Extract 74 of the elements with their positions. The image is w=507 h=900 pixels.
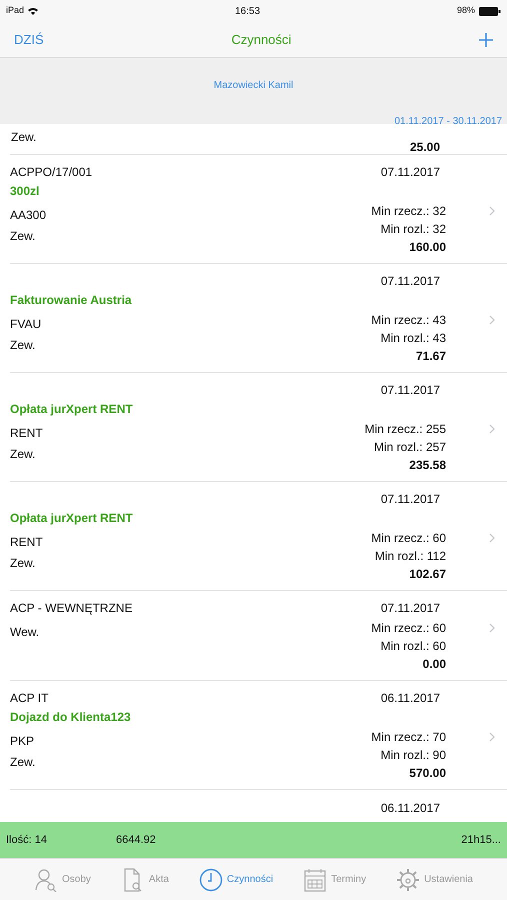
activity-title: Dojazd do Klienta123: [10, 709, 132, 724]
amount: 0.00: [422, 656, 446, 673]
minutes-actual: Min rzecz.: 60: [371, 530, 446, 547]
amount: 160.00: [409, 239, 446, 256]
detail-text: Zew.: [10, 337, 36, 354]
today-button[interactable]: DZIŚ: [14, 30, 44, 50]
detail-text: RENT: [10, 425, 43, 442]
activity-title: 300zl: [10, 183, 40, 198]
detail-text: Zew.: [10, 754, 36, 771]
minutes-actual: Min rzecz.: 32: [371, 203, 446, 220]
tab[interactable]: Akta: [120, 868, 169, 892]
minutes-billed: Min rozl.: 90: [380, 747, 446, 764]
date: 06.11.2017: [380, 690, 440, 705]
gear-icon: [396, 868, 420, 892]
minutes-billed: Min rozl.: 32: [380, 221, 446, 238]
detail-text: Zew.: [10, 228, 36, 245]
clock-icon: [198, 868, 223, 892]
chevron-icon[interactable]: [489, 424, 495, 434]
date-range[interactable]: 01.11.2017 - 30.11.2017: [394, 116, 502, 127]
detail-text: PKP: [10, 733, 36, 750]
screen-title: Czynności: [231, 30, 292, 49]
tab[interactable]: Czynności: [198, 868, 274, 892]
minutes-billed: Min rozl.: 112: [374, 548, 446, 565]
minutes-actual: Min rzecz.: 60: [371, 620, 446, 637]
activity-title: Fakturowanie Austria: [10, 292, 133, 307]
minutes-actual: Min rzecz.: 43: [371, 312, 446, 329]
wifi-icon: [28, 7, 38, 15]
total-time: 21h15...: [461, 832, 501, 848]
minutes-billed: Min rozl.: 257: [374, 439, 446, 456]
minutes-billed: Min rozl.: 60: [380, 638, 446, 655]
battery-icon: [479, 6, 501, 16]
case-code: ACPPO/17/001: [10, 164, 92, 179]
chevron-icon[interactable]: [489, 206, 495, 216]
date: 07.11.2017: [380, 273, 440, 288]
amount: 25.00: [410, 139, 440, 156]
chevron-icon[interactable]: [489, 533, 495, 543]
chevron-icon[interactable]: [489, 315, 495, 325]
amount: 570.00: [409, 765, 446, 782]
minutes-billed: Min rozl.: 43: [380, 330, 446, 347]
chevron-icon[interactable]: [489, 623, 495, 633]
date: 07.11.2017: [380, 491, 440, 506]
minutes-actual: Min rzecz.: 70: [371, 729, 446, 746]
total-amount: 6644.92: [116, 832, 157, 848]
date: 06.11.2017: [380, 800, 440, 817]
calendar-icon: [303, 868, 328, 892]
chevron-icon[interactable]: [489, 732, 495, 742]
tab[interactable]: Terminy: [303, 868, 366, 892]
person-search-icon: [34, 868, 58, 892]
detail-text: Zew.: [10, 555, 36, 572]
count-label: Ilość: 14: [6, 832, 48, 848]
clock-time: 16:53: [234, 4, 260, 18]
tab[interactable]: Osoby: [34, 868, 91, 892]
minutes-actual: Min rzecz.: 255: [364, 421, 446, 438]
amount: 71.67: [416, 348, 446, 365]
date: 07.11.2017: [380, 600, 440, 615]
type-label: Zew.: [11, 129, 36, 146]
detail-text: Zew.: [10, 446, 36, 463]
case-code: ACP - WEWNĘTRZNE: [10, 600, 132, 615]
detail-text: RENT: [10, 534, 43, 551]
case-code: ACP IT: [10, 690, 48, 705]
date: 07.11.2017: [380, 382, 440, 397]
detail-text: FVAU: [10, 316, 42, 333]
detail-text: AA300: [10, 207, 46, 224]
detail-text: Wew.: [10, 624, 40, 641]
add-icon[interactable]: [479, 32, 493, 46]
activity-title: Opłata jurXpert RENT: [10, 401, 134, 416]
battery-percent: 98%: [456, 4, 475, 18]
person-name[interactable]: Mazowiecki Kamil: [214, 80, 294, 91]
activity-title: Opłata jurXpert RENT: [10, 510, 134, 525]
device-name: iPad: [6, 4, 24, 18]
amount: 102.67: [409, 566, 446, 583]
amount: 235.58: [409, 457, 446, 474]
tab[interactable]: Ustawienia: [396, 868, 473, 892]
date: 07.11.2017: [380, 164, 440, 179]
